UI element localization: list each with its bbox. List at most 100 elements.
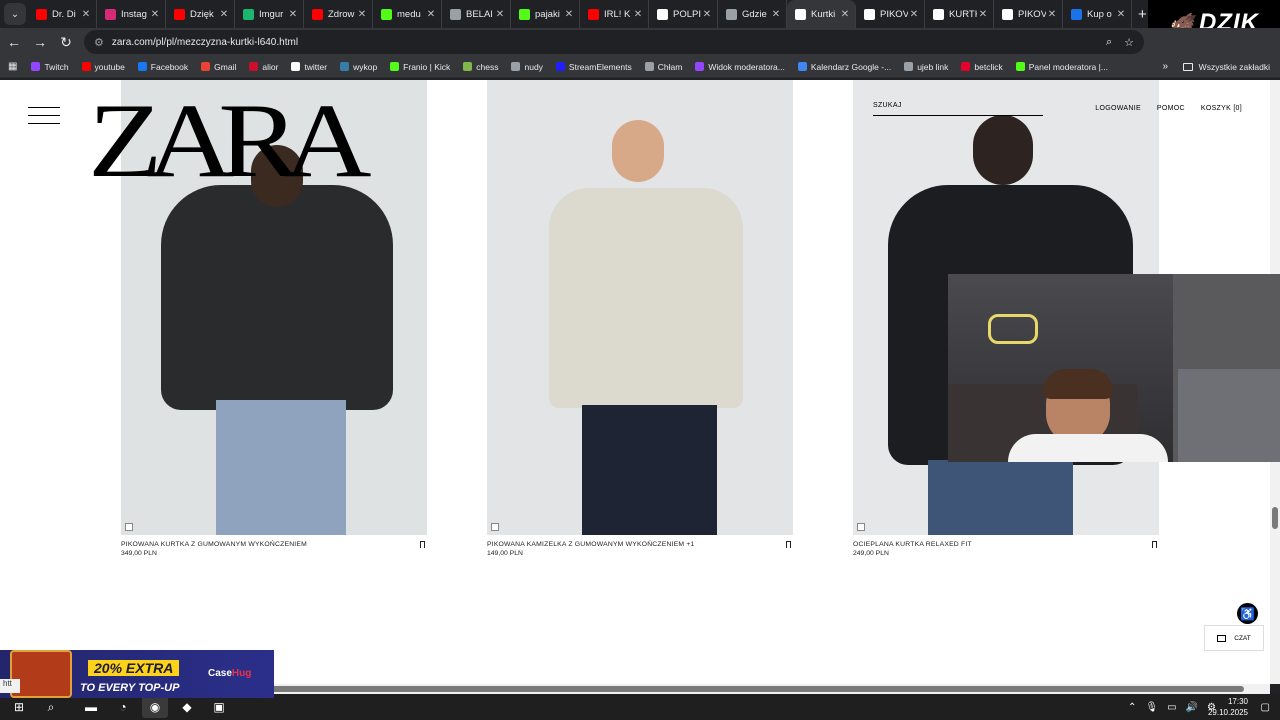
close-tab-icon[interactable]: ✕ [1046,9,1058,20]
browser-tab[interactable]: BELAI ✕ [442,0,511,28]
close-tab-icon[interactable]: ✕ [494,9,506,20]
forward-icon[interactable]: → [28,30,52,54]
bookmark-item[interactable]: Kalendarz Google -... [797,62,891,72]
menu-hamburger-icon[interactable] [28,107,60,125]
browser-tab[interactable]: POLPI ✕ [649,0,718,28]
search-icon[interactable]: ⌕ [38,696,64,718]
bookmark-item[interactable]: Widok moderatora... [695,62,785,72]
product-name[interactable]: PIKOWANA KURTKA Z GUMOWANYM WYKOŃCZENIEM [121,541,307,548]
zara-logo[interactable]: ZARA [88,88,372,194]
notification-icon[interactable]: ▢ [1261,702,1270,713]
cart-link[interactable]: KOSZYK [0] [1201,105,1242,112]
close-tab-icon[interactable]: ✕ [632,9,644,20]
bookmark-item[interactable]: twitter [291,62,327,72]
zoom-search-icon[interactable]: ⌕ [1106,36,1112,49]
bookmark-icon[interactable] [1152,541,1157,548]
chrome-icon[interactable]: ◉ [142,696,168,718]
product-name[interactable]: OCIEPLANA KURTKA RELAXED FIT [853,541,972,548]
network-icon[interactable]: ▭ [1167,702,1176,713]
bookmark-label: chess [476,61,499,72]
browser-tab[interactable]: pajaki ✕ [511,0,580,28]
bookmark-item[interactable]: Chłam [644,62,682,72]
close-tab-icon[interactable]: ✕ [977,9,989,20]
browser-tab[interactable]: medu ✕ [373,0,442,28]
bookmark-item[interactable]: betclick [961,62,1003,72]
close-tab-icon[interactable]: ✕ [1115,9,1127,20]
bookmark-star-icon[interactable]: ☆ [1124,36,1134,49]
bookmark-item[interactable]: wykop [340,62,377,72]
close-tab-icon[interactable]: ✕ [563,9,575,20]
app-icon[interactable]: ◆ [174,696,200,718]
close-tab-icon[interactable]: ✕ [770,9,782,20]
close-tab-icon[interactable]: ✕ [701,9,713,20]
bookmark-item[interactable]: ujeb link [904,62,948,72]
chevron-up-icon[interactable]: ⌃ [1128,702,1136,713]
product-image[interactable] [487,80,793,535]
browser-tab[interactable]: KURTK✕ [925,0,994,28]
close-tab-icon[interactable]: ✕ [149,9,161,20]
search-link[interactable]: SZUKAJ [873,102,1043,116]
scrollbar-thumb[interactable] [1272,507,1278,529]
product-name[interactable]: PIKOWANA KAMIZELKA Z GUMOWANYM WYKOŃCZEN… [487,541,684,548]
close-tab-icon[interactable]: ✕ [839,9,851,20]
bookmark-label: Gmail [214,61,237,72]
app-icon[interactable]: ◔ [110,696,136,718]
accessibility-icon[interactable]: ♿ [1237,603,1258,624]
bookmark-item[interactable]: StreamElements [555,62,632,72]
product-card[interactable]: PIKOWANA KAMIZELKA Z GUMOWANYM WYKOŃCZEN… [487,80,793,557]
browser-tab[interactable]: Imgur ✕ [235,0,304,28]
bookmark-icon[interactable] [420,541,425,548]
browser-tab[interactable]: Kup o ✕ [1063,0,1132,28]
close-tab-icon[interactable]: ✕ [425,9,437,20]
browser-tab[interactable]: Dzięk ✕ [166,0,235,28]
new-tab-button[interactable]: + [1138,6,1147,23]
bookmark-item[interactable]: nudy [511,62,543,72]
bookmark-item[interactable]: chess [463,62,498,72]
bookmark-item[interactable]: Facebook [137,62,188,72]
bookmark-item[interactable]: Gmail [201,62,236,72]
help-link[interactable]: POMOC [1157,105,1185,112]
more-colors[interactable]: +1 [686,541,694,548]
address-bar[interactable]: ⚙ zara.com/pl/pl/mezczyzna-kurtki-l640.h… [84,30,1144,54]
back-icon[interactable]: ← [2,30,26,54]
browser-tab[interactable]: Gdzie ✕ [718,0,787,28]
chat-button[interactable]: CZAT [1204,625,1264,651]
browser-tab[interactable]: Kurtki ✕ [787,0,856,28]
reload-icon[interactable]: ↻ [54,30,78,54]
login-link[interactable]: LOGOWANIE [1095,105,1141,112]
bookmark-item[interactable]: Twitch [31,62,69,72]
browser-tab[interactable]: Zdrow ✕ [304,0,373,28]
volume-icon[interactable]: 🔊 [1186,702,1198,713]
file-explorer-icon[interactable]: ▬ [78,696,104,718]
tab-search-menu-button[interactable]: ⌄ [4,3,26,25]
more-bookmarks-icon[interactable]: » [1162,61,1168,72]
promo-banner[interactable]: 20% EXTRA TO EVERY TOP-UP CaseHug [0,650,274,698]
bookmark-item[interactable]: Panel moderatora |... [1015,62,1108,72]
bookmark-item[interactable]: alior [249,62,278,72]
close-tab-icon[interactable]: ✕ [80,9,92,20]
browser-tab[interactable]: Instag ✕ [97,0,166,28]
all-bookmarks-button[interactable]: Wszystkie zakładki [1182,62,1270,72]
browser-tab[interactable]: PIKOV ✕ [994,0,1063,28]
browser-tab[interactable]: Dr. Di ✕ [28,0,97,28]
close-tab-icon[interactable]: ✕ [908,9,920,20]
tab-label: pajaki [535,8,560,20]
chat-icon [1217,634,1227,642]
bookmark-item[interactable]: Franio | Kick [390,62,450,72]
app-icon[interactable]: ▣ [206,696,232,718]
microphone-icon[interactable]: 🎙 [1145,702,1158,713]
windows-start-icon[interactable]: ⊞ [6,696,32,718]
close-tab-icon[interactable]: ✕ [287,9,299,20]
url-text[interactable]: zara.com/pl/pl/mezczyzna-kurtki-l640.htm… [112,37,1094,48]
bookmark-favicon-icon [201,62,211,71]
bookmark-item[interactable]: youtube [81,62,125,72]
browser-tab[interactable]: IRL! K ✕ [580,0,649,28]
close-tab-icon[interactable]: ✕ [218,9,230,20]
clock[interactable]: 17:30 29.10.2025 [1208,696,1248,718]
browser-tab[interactable]: PIKOV ✕ [856,0,925,28]
tab-favicon-icon [1071,8,1082,20]
close-tab-icon[interactable]: ✕ [356,9,368,20]
site-info-icon[interactable]: ⚙ [94,36,104,49]
apps-grid-icon[interactable]: ▦ [8,61,17,72]
bookmark-icon[interactable] [786,541,791,548]
